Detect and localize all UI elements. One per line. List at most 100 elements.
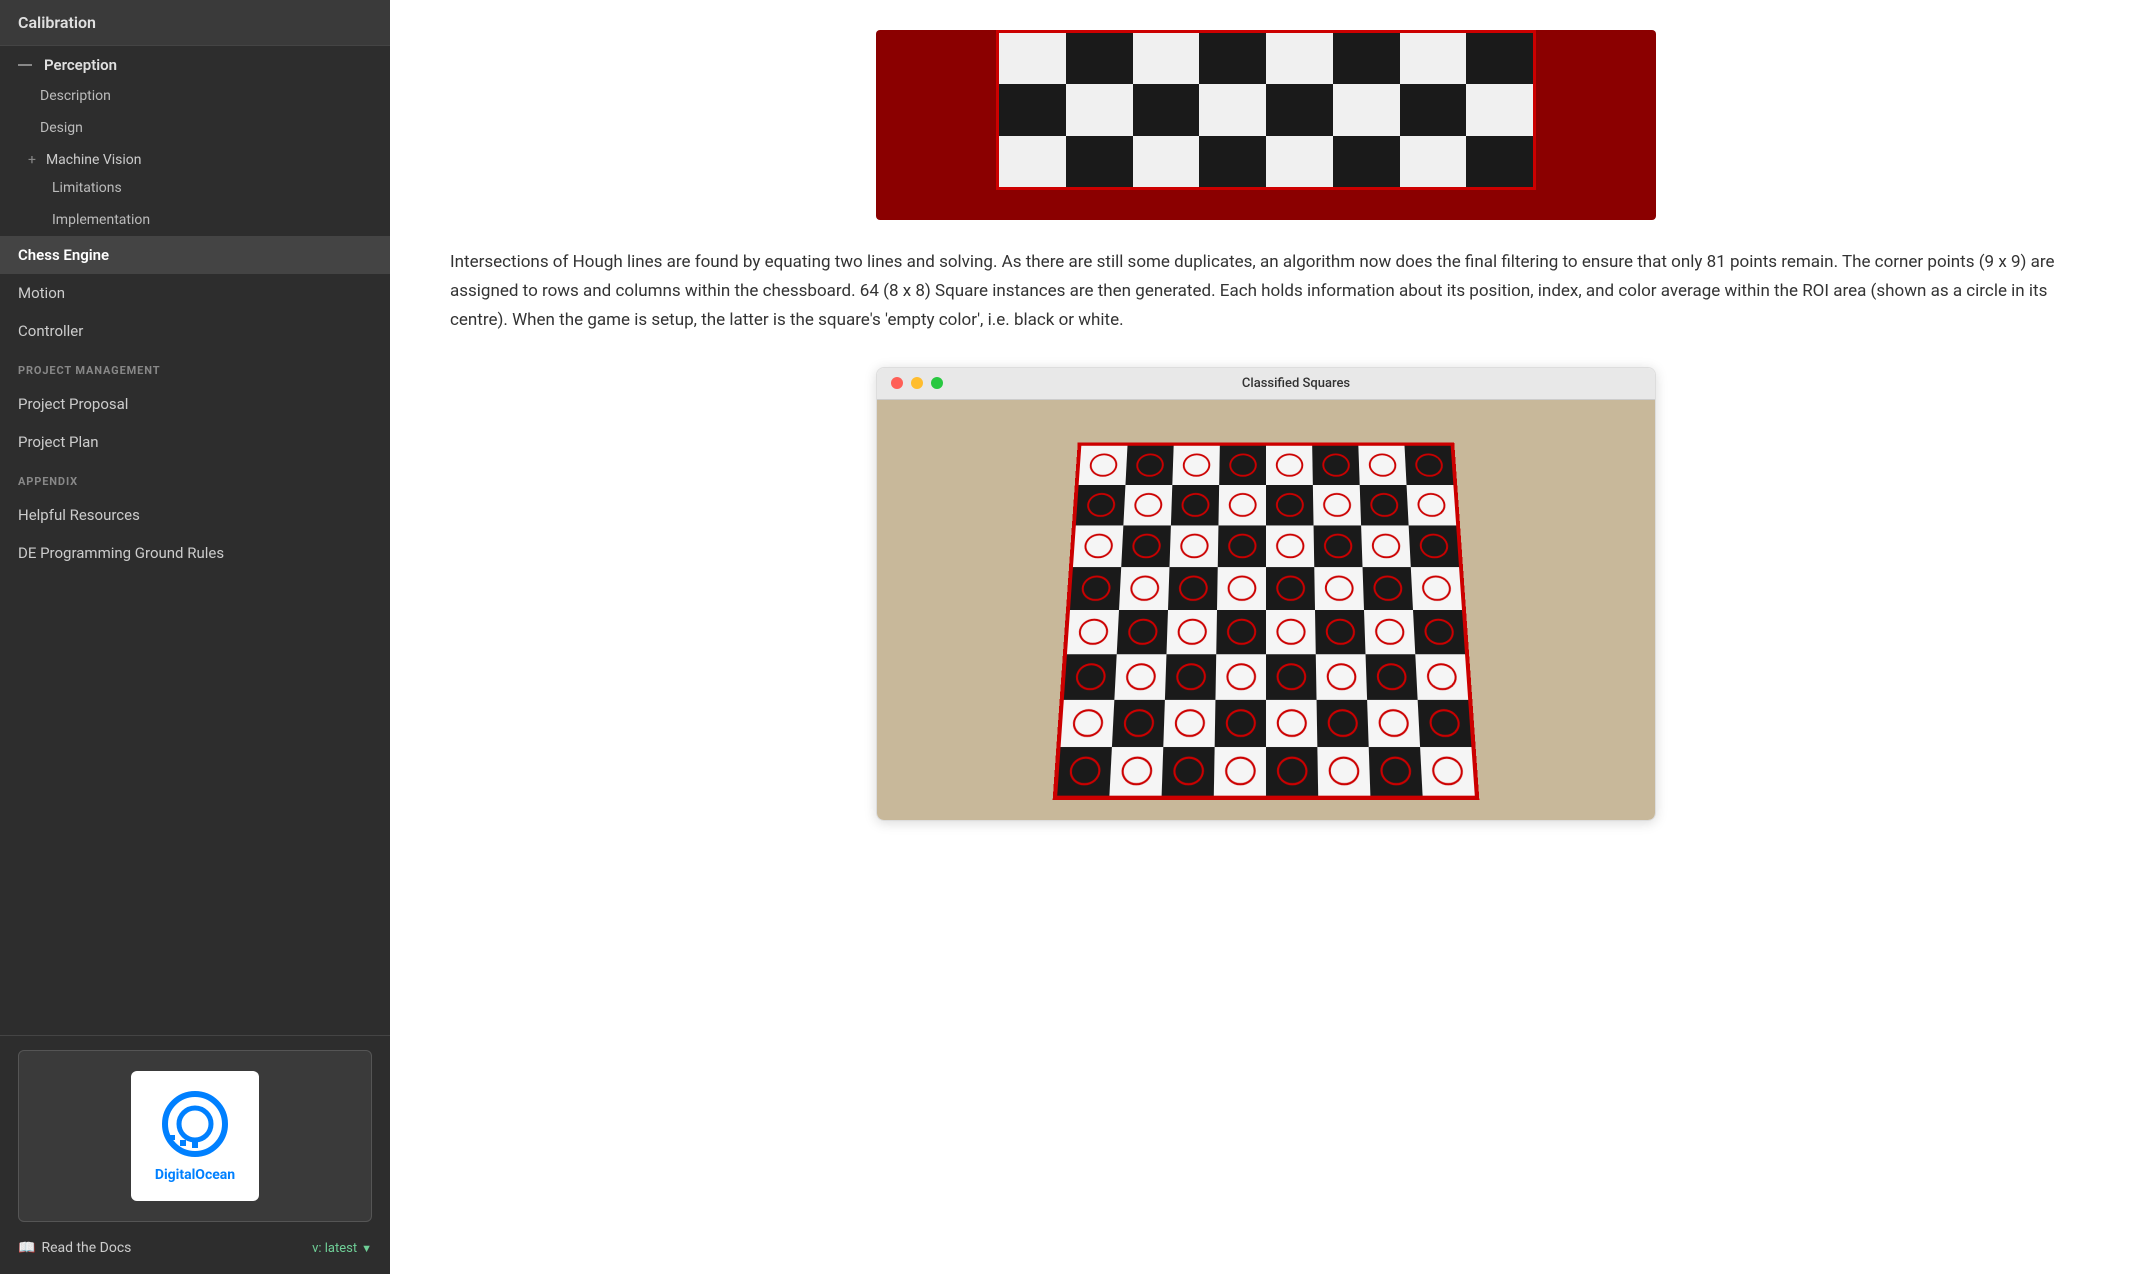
roi-circle <box>1077 618 1108 645</box>
sidebar-item-implementation[interactable]: Implementation <box>0 204 390 236</box>
classified-cell <box>1169 525 1218 567</box>
classified-cell <box>1415 654 1468 700</box>
version-selector[interactable]: v: latest ▼ <box>312 1241 372 1256</box>
window-minimize-button[interactable] <box>911 377 923 389</box>
classified-cell <box>1358 445 1406 484</box>
chess-cell <box>999 33 1066 84</box>
roi-circle <box>1175 663 1206 690</box>
classified-cell <box>1121 525 1171 567</box>
classified-cell <box>1117 610 1168 654</box>
sidebar-item-project-plan[interactable]: Project Plan <box>0 423 390 461</box>
sidebar-item-de-programming[interactable]: DE Programming Ground Rules <box>0 534 390 572</box>
classified-cell <box>1079 445 1128 484</box>
sidebar-item-controller[interactable]: Controller <box>0 312 390 350</box>
sidebar-item-label: Machine Vision <box>46 152 142 168</box>
sidebar-item-machine-vision[interactable]: + Machine Vision <box>0 144 390 172</box>
roi-circle <box>1129 575 1159 601</box>
roi-circle <box>1179 533 1208 558</box>
roi-circle <box>1227 575 1256 601</box>
section-header-label: APPENDIX <box>18 475 78 488</box>
sidebar-item-project-proposal[interactable]: Project Proposal <box>0 385 390 423</box>
classified-cell <box>1215 654 1266 700</box>
sidebar-item-design[interactable]: Design <box>0 112 390 144</box>
roi-circle <box>1376 663 1407 690</box>
do-logo-inner: DigitalOcean <box>131 1071 259 1201</box>
roi-circle <box>1172 756 1204 785</box>
roi-circle <box>1131 533 1161 558</box>
classified-cell <box>1168 567 1218 610</box>
roi-circle <box>1326 663 1357 690</box>
chess-cell <box>1333 33 1400 84</box>
main-paragraph: Intersections of Hough lines are found b… <box>450 248 2082 335</box>
section-header-appendix: APPENDIX <box>0 461 390 496</box>
roi-circle <box>1086 493 1116 517</box>
roi-circle <box>1423 618 1454 645</box>
roi-circle <box>1368 453 1397 477</box>
sidebar-item-helpful-resources[interactable]: Helpful Resources <box>0 496 390 534</box>
chess-cell <box>1066 84 1133 135</box>
classified-chess-grid <box>1053 442 1480 800</box>
classified-cell <box>1166 610 1217 654</box>
sidebar: Calibration Perception Description Desig… <box>0 0 390 1274</box>
roi-circle <box>1378 709 1410 737</box>
version-label: v: latest <box>312 1241 357 1256</box>
classified-cell <box>1317 700 1369 747</box>
classified-cell <box>1163 700 1215 747</box>
top-chessboard-image <box>876 30 1656 220</box>
classified-cell <box>1364 610 1415 654</box>
roi-circle <box>1080 575 1111 601</box>
roi-circle <box>1322 453 1351 477</box>
window-maximize-button[interactable] <box>931 377 943 389</box>
roi-circle <box>1276 756 1307 785</box>
classified-cell <box>1216 610 1266 654</box>
classified-cell <box>1315 610 1366 654</box>
roi-circle <box>1135 453 1164 477</box>
sidebar-item-label: Helpful Resources <box>18 506 140 524</box>
read-docs-link[interactable]: 📖 Read the Docs <box>18 1240 131 1256</box>
roi-circle <box>1275 493 1304 517</box>
classified-cell <box>1420 747 1475 796</box>
classified-cell <box>1266 525 1314 567</box>
chess-cell <box>1199 136 1266 187</box>
classified-cell <box>1266 654 1317 700</box>
classified-cell <box>1171 485 1219 525</box>
roi-circle <box>1275 453 1303 477</box>
roi-circle <box>1373 575 1403 601</box>
roi-circle <box>1226 618 1256 645</box>
roi-circle <box>1276 663 1306 690</box>
roi-circle <box>1123 709 1155 737</box>
top-image-container <box>450 30 2082 220</box>
sidebar-item-motion[interactable]: Motion <box>0 274 390 312</box>
read-docs-label: Read the Docs <box>41 1240 131 1256</box>
classified-board-container <box>1036 430 1496 810</box>
classified-cell <box>1361 525 1411 567</box>
roi-circle <box>1068 756 1101 785</box>
classified-cell <box>1405 445 1454 484</box>
chess-cell <box>1400 33 1467 84</box>
classified-cell <box>1411 567 1462 610</box>
sidebar-item-label: Controller <box>18 322 83 340</box>
classified-cell <box>1162 747 1215 796</box>
sidebar-item-label: Chess Engine <box>18 246 109 264</box>
sidebar-item-description[interactable]: Description <box>0 80 390 112</box>
roi-circle <box>1325 618 1355 645</box>
classified-cell <box>1217 567 1266 610</box>
sidebar-item-calibration[interactable]: Calibration <box>0 0 390 46</box>
roi-circle <box>1127 618 1158 645</box>
book-icon: 📖 <box>18 1240 35 1256</box>
chess-cell <box>1066 33 1133 84</box>
chevron-down-icon: ▼ <box>361 1242 372 1255</box>
chess-cell <box>999 84 1066 135</box>
minus-icon <box>18 64 32 66</box>
roi-circle <box>1428 709 1460 737</box>
sidebar-item-perception[interactable]: Perception <box>0 46 390 80</box>
sidebar-item-limitations[interactable]: Limitations <box>0 172 390 204</box>
roi-circle <box>1181 493 1210 517</box>
chess-cell <box>1400 84 1467 135</box>
sidebar-item-chess-engine[interactable]: Chess Engine <box>0 236 390 274</box>
chess-cell <box>1266 136 1333 187</box>
chess-cell <box>1133 136 1200 187</box>
window-close-button[interactable] <box>891 377 903 389</box>
classified-cell <box>1073 525 1123 567</box>
classified-cell <box>1366 654 1418 700</box>
